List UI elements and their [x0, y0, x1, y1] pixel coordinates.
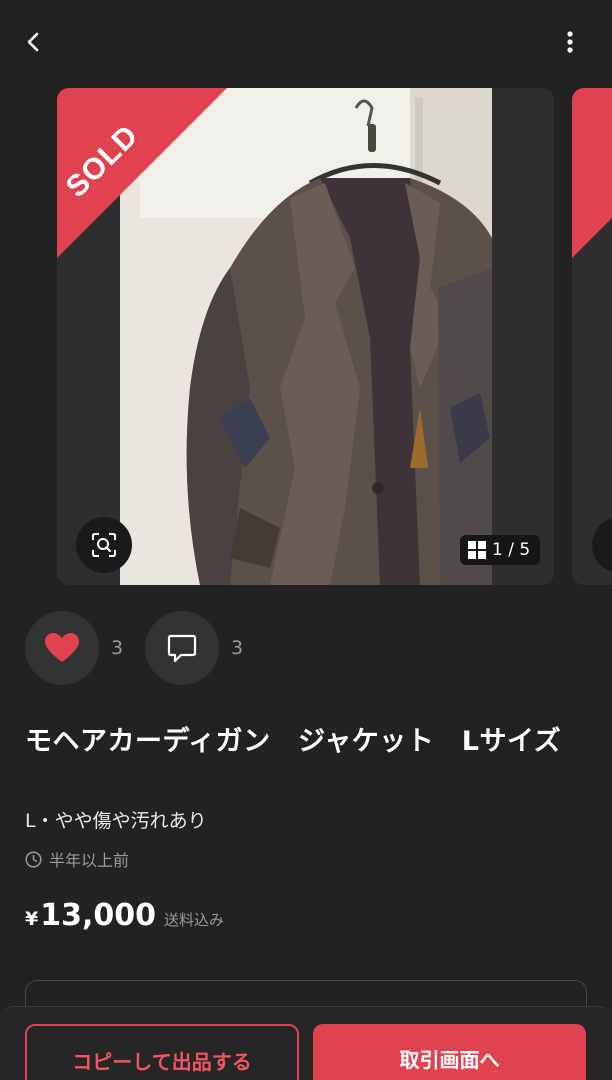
price-amount: 13,000	[40, 898, 157, 933]
item-condition: L・やや傷や汚れあり	[25, 810, 207, 832]
clock-icon	[25, 850, 42, 868]
currency-symbol: ¥	[25, 908, 39, 930]
next-zoom-button[interactable]	[592, 517, 612, 573]
next-sold-ribbon	[572, 88, 612, 258]
copy-listing-button[interactable]: コピーして出品する	[25, 1024, 299, 1080]
shipping-note: 送料込み	[164, 911, 225, 929]
comment-icon	[167, 634, 197, 663]
item-title: モヘアカーディガン ジャケット Lサイズ	[25, 726, 562, 757]
next-photo-card[interactable]	[572, 88, 612, 585]
item-price: ¥ 13,000 送料込み	[25, 898, 224, 933]
scan-zoom-icon	[92, 533, 116, 557]
trade-screen-button[interactable]: 取引画面へ	[313, 1024, 586, 1080]
more-vertical-icon	[567, 31, 573, 53]
comment-button[interactable]	[145, 611, 219, 685]
chevron-left-icon	[27, 32, 39, 52]
social-actions: 3 3	[25, 611, 265, 685]
comment-count: 3	[231, 637, 244, 659]
photo-card[interactable]: SOLD 1 / 5	[57, 88, 554, 585]
top-bar	[0, 0, 612, 84]
heart-icon	[45, 633, 79, 662]
posted-time-text: 半年以上前	[49, 851, 130, 870]
posted-time: 半年以上前	[25, 847, 129, 871]
photo-counter-text: 1 / 5	[492, 540, 531, 560]
like-count: 3	[111, 637, 124, 659]
back-button[interactable]	[14, 22, 54, 62]
like-button[interactable]	[25, 611, 99, 685]
grid-icon	[468, 541, 486, 559]
photo-counter[interactable]: 1 / 5	[460, 535, 541, 565]
zoom-button[interactable]	[76, 517, 132, 573]
photo-carousel[interactable]: SOLD 1 / 5	[0, 88, 612, 585]
more-options-button[interactable]	[550, 22, 590, 62]
sold-ribbon: SOLD	[57, 88, 227, 258]
